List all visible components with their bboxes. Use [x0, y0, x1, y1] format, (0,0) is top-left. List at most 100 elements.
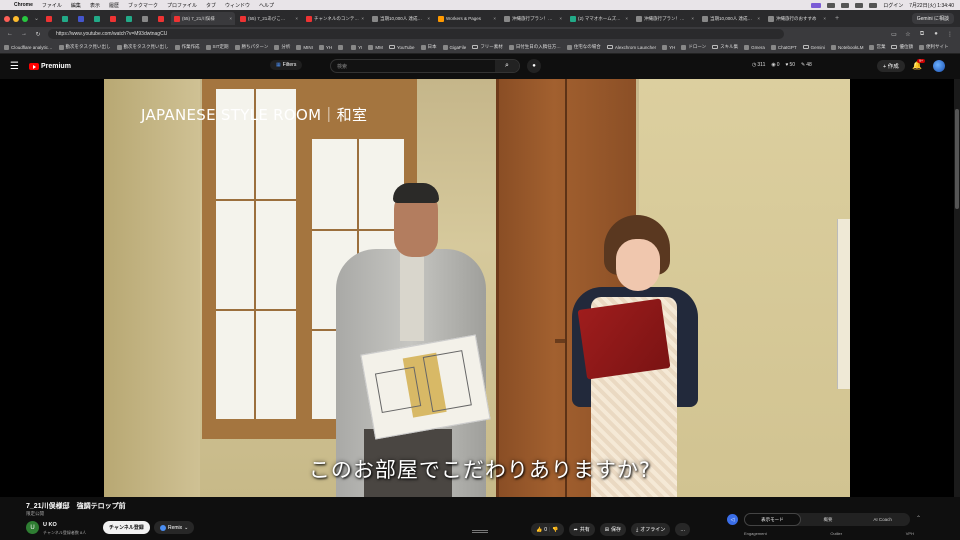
- browser-tab[interactable]: [59, 12, 73, 25]
- browser-tab[interactable]: [75, 12, 89, 25]
- close-tab-icon[interactable]: ×: [361, 16, 364, 21]
- browser-tab[interactable]: [123, 12, 137, 25]
- status-app-icon[interactable]: [811, 2, 822, 8]
- browser-tab[interactable]: 沖縄旅行のおすすめ ×: [765, 12, 829, 25]
- bookmark-item[interactable]: MINI: [296, 44, 313, 50]
- browser-tab[interactable]: (55) 7_21あびこ… ×: [237, 12, 301, 25]
- bookmark-item[interactable]: 日付生日の入稿任方…: [508, 44, 561, 50]
- browser-tab[interactable]: [107, 12, 121, 25]
- menu-help[interactable]: ヘルプ: [259, 2, 274, 9]
- minimize-window-icon[interactable]: [13, 15, 19, 22]
- video-player[interactable]: [0, 79, 960, 497]
- bookmark-item[interactable]: 分析: [274, 44, 290, 50]
- status-icon[interactable]: [827, 2, 836, 8]
- scrollbar-thumb[interactable]: [955, 109, 959, 209]
- tab-list-icon[interactable]: ⌄: [34, 15, 39, 22]
- tab-ai-coach[interactable]: AI Coach: [855, 513, 910, 526]
- channel-name[interactable]: U KO: [43, 522, 57, 528]
- close-tab-icon[interactable]: ×: [427, 16, 430, 21]
- close-tab-icon[interactable]: ×: [823, 16, 826, 21]
- bookmark-item[interactable]: 日本: [420, 44, 437, 50]
- browser-tab[interactable]: (55) 7_21川俣様 ×: [171, 12, 236, 25]
- bookmark-item[interactable]: フリー素材: [472, 44, 503, 50]
- menu-history[interactable]: 履歴: [109, 2, 119, 9]
- youtube-logo[interactable]: Premium: [28, 63, 71, 70]
- bookmark-item[interactable]: GigaFile: [442, 44, 466, 50]
- browser-tab[interactable]: Workers & Pages ×: [435, 12, 499, 25]
- menu-profile[interactable]: プロファイル: [167, 2, 197, 9]
- close-tab-icon[interactable]: ×: [295, 16, 298, 21]
- drag-handle[interactable]: [472, 530, 488, 533]
- bookmark-item[interactable]: ChatGPT: [770, 44, 797, 50]
- bookmark-item[interactable]: 優位額: [891, 44, 913, 50]
- cast-icon[interactable]: ▭: [890, 31, 898, 38]
- close-window-icon[interactable]: [4, 15, 10, 22]
- bookmark-item[interactable]: Cloudflare analytic…: [4, 44, 53, 50]
- remix-button[interactable]: Remix ⌄: [154, 521, 195, 534]
- bookmark-item[interactable]: YH: [662, 44, 675, 50]
- bookmark-item[interactable]: 勝ちパターン: [234, 44, 268, 50]
- browser-tab[interactable]: [139, 12, 153, 25]
- bookmark-item[interactable]: SIT定期: [205, 44, 229, 50]
- save-button[interactable]: ⊞ 保存: [599, 523, 626, 536]
- browser-tab[interactable]: (2) ママオホームズ… ×: [567, 12, 631, 25]
- status-user[interactable]: ログイン: [883, 2, 903, 9]
- status-icon[interactable]: [855, 2, 864, 8]
- close-tab-icon[interactable]: ×: [625, 16, 628, 21]
- notifications-bell-icon[interactable]: 🔔 9+: [912, 59, 925, 70]
- forward-icon[interactable]: →: [20, 31, 28, 37]
- extensions-icon[interactable]: ⧉: [918, 31, 926, 38]
- gemini-button[interactable]: Gemini に相談: [911, 13, 954, 24]
- subscribe-button[interactable]: チャンネル登録: [103, 521, 150, 534]
- panel-toggle-icon[interactable]: ◁: [727, 514, 738, 525]
- wifi-icon[interactable]: [869, 2, 878, 8]
- collapse-icon[interactable]: ⌃: [916, 515, 921, 522]
- menu-tab[interactable]: タブ: [206, 2, 216, 9]
- browser-tab[interactable]: 当期10,000人 達成… ×: [699, 12, 763, 25]
- bookmark-item[interactable]: 作業作成: [174, 44, 200, 50]
- bookmark-item[interactable]: YouTube: [388, 45, 415, 50]
- tab-overview[interactable]: 概要: [801, 513, 856, 526]
- search-icon[interactable]: ⌕: [495, 60, 519, 72]
- bookmark-item[interactable]: [338, 44, 345, 50]
- menu-bookmarks[interactable]: ブックマーク: [128, 2, 158, 9]
- bookmark-item[interactable]: NotebookLM: [830, 44, 863, 50]
- bookmark-item[interactable]: 営業: [869, 44, 885, 50]
- bookmark-item[interactable]: ドローン: [681, 44, 706, 50]
- url-field[interactable]: https://www.youtube.com/watch?v=M93dwtna…: [48, 29, 784, 39]
- thumbs-down-icon[interactable]: 👎: [552, 527, 558, 533]
- close-tab-icon[interactable]: ×: [757, 16, 760, 21]
- new-tab-icon[interactable]: +: [835, 15, 839, 22]
- menu-edit[interactable]: 編集: [71, 2, 81, 9]
- like-button[interactable]: 👍 0 | 👎: [531, 523, 564, 536]
- close-tab-icon[interactable]: ×: [559, 16, 562, 21]
- bookmark-item[interactable]: 便利サイト: [918, 44, 948, 50]
- bookmark-item[interactable]: Gemini: [802, 45, 825, 50]
- bookmark-item[interactable]: 住宅なの場合: [566, 44, 601, 50]
- tab-display-mode[interactable]: 表示モード: [744, 513, 801, 526]
- menu-view[interactable]: 表示: [90, 2, 100, 9]
- browser-tab[interactable]: 当期10,000人 達成… ×: [369, 12, 433, 25]
- bookmark-item[interactable]: YI: [351, 44, 362, 50]
- bookmark-item[interactable]: スキル集: [712, 44, 738, 50]
- bookmark-item[interactable]: 勤次をタスク見い出し: [58, 44, 111, 50]
- bookmark-item[interactable]: Gmera: [744, 44, 765, 50]
- filters-button[interactable]: ▦ Filters: [270, 60, 303, 70]
- menu-file[interactable]: ファイル: [42, 2, 62, 9]
- offline-button[interactable]: ⤓ オフライン: [631, 523, 671, 536]
- browser-tab[interactable]: [43, 12, 57, 25]
- zoom-window-icon[interactable]: [22, 15, 28, 22]
- menu-window[interactable]: ウィンドウ: [225, 2, 250, 9]
- browser-tab[interactable]: チャンネルのコンテ… ×: [303, 12, 367, 25]
- menu-dots-icon[interactable]: ⋮: [946, 31, 954, 38]
- browser-tab[interactable]: 沖縄旅行プラン！… ×: [633, 12, 697, 25]
- bookmark-item[interactable]: MM: [368, 44, 383, 50]
- close-tab-icon[interactable]: ×: [229, 16, 232, 21]
- menu-app-name[interactable]: Chrome: [14, 2, 33, 8]
- profile-icon[interactable]: ●: [932, 31, 940, 37]
- reload-icon[interactable]: ↻: [34, 31, 42, 38]
- browser-tab[interactable]: [91, 12, 105, 25]
- share-button[interactable]: ➦ 共有: [568, 523, 595, 536]
- more-actions-button[interactable]: …: [675, 523, 691, 536]
- hamburger-menu-icon[interactable]: ☰: [10, 61, 19, 72]
